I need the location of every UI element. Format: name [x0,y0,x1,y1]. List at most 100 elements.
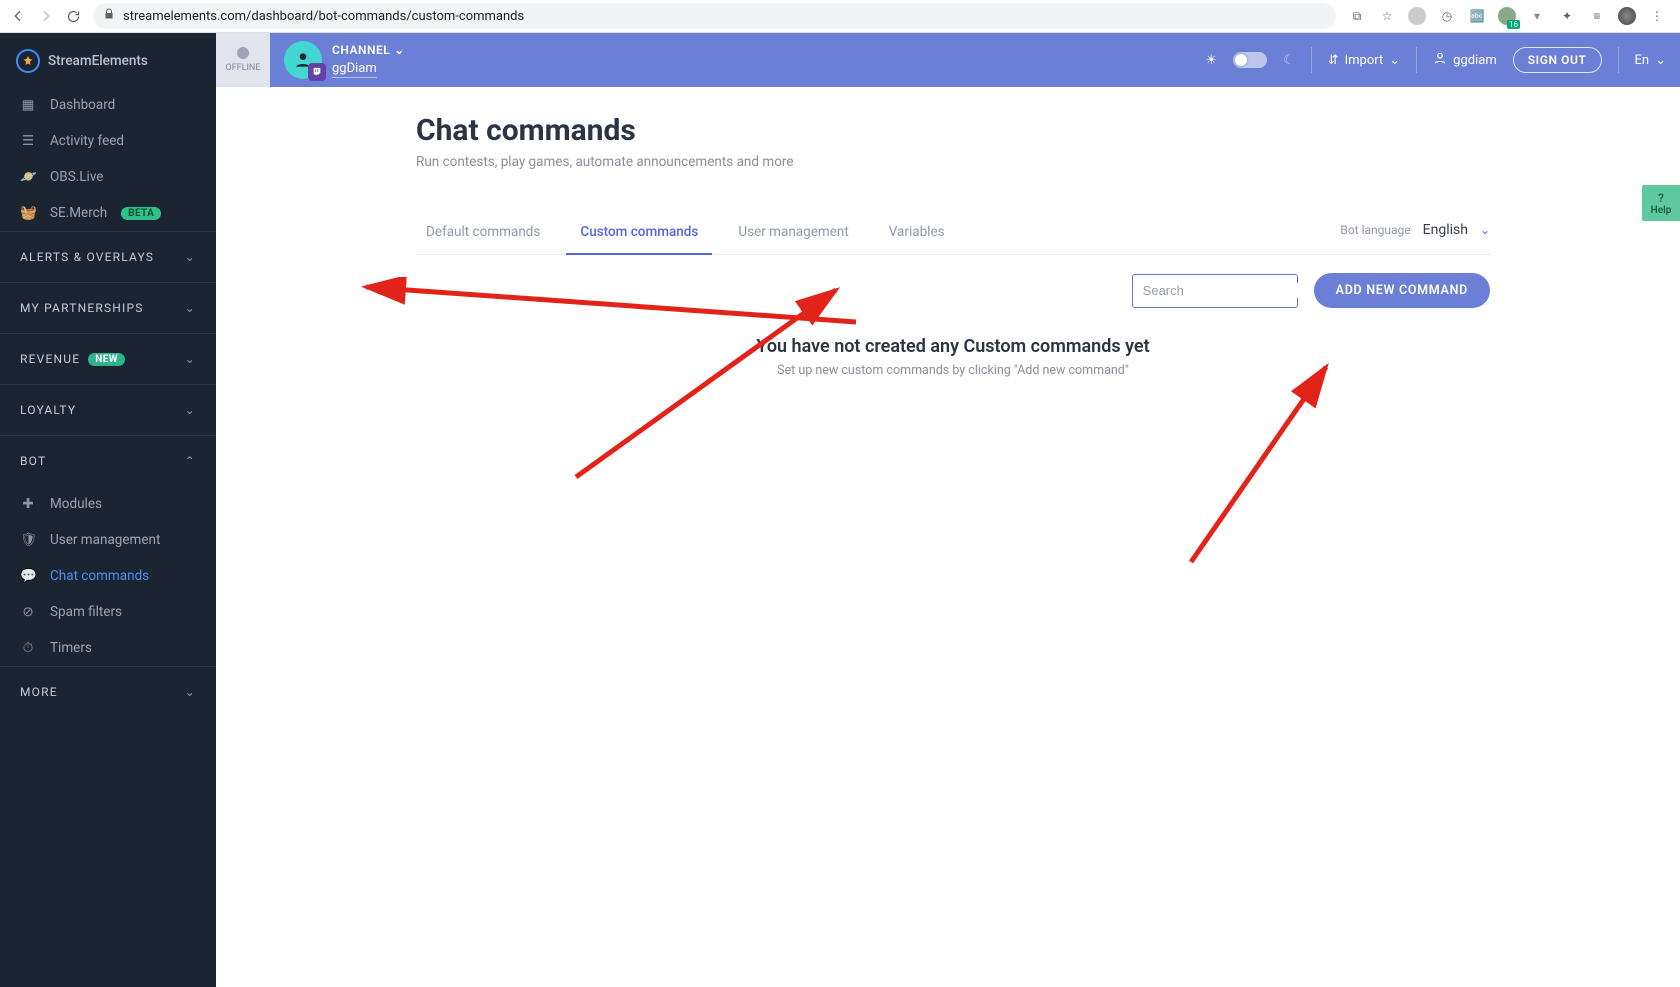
extension-badge-icon[interactable]: 16 [1498,7,1516,25]
forward-button[interactable] [38,8,54,24]
sidebar-item-modules[interactable]: ✚ Modules [0,486,216,522]
tab-variables[interactable]: Variables [887,214,947,254]
user-menu[interactable]: ggdiam [1433,51,1497,69]
playlist-icon[interactable]: ≡ [1588,7,1606,25]
help-icon: ? [1658,191,1664,205]
sidebar: StreamElements ▦ Dashboard ☰ Activity fe… [0,33,216,987]
basket-icon: 🧺 [20,205,36,221]
add-command-button[interactable]: ADD NEW COMMAND [1314,273,1490,308]
empty-title: You have not created any Custom commands… [416,336,1490,357]
stopwatch-icon: ⏱ [20,640,36,656]
search-box[interactable] [1132,274,1298,308]
sidebar-section-partnerships[interactable]: MY PARTNERSHIPS ⌄ [0,282,216,333]
main-content: ? Help Chat commands Run contests, play … [216,87,1680,987]
chevron-down-icon: ⌄ [1389,53,1400,68]
planet-icon: 🪐 [20,169,36,185]
menu-icon[interactable]: ⋮ [1648,7,1666,25]
star-icon[interactable]: ☆ [1378,7,1396,25]
shield-icon: 🛡 [20,532,36,548]
device-icon[interactable]: ⧉ [1348,7,1366,25]
language-selector[interactable]: En ⌄ [1635,53,1666,68]
sidebar-section-alerts[interactable]: ALERTS & OVERLAYS ⌄ [0,231,216,282]
tab-custom[interactable]: Custom commands [578,214,700,254]
url-text: streamelements.com/dashboard/bot-command… [123,9,524,24]
sidebar-item-timers[interactable]: ⏱ Timers [0,630,216,666]
moon-icon: ☾ [1283,53,1295,68]
chevron-down-icon: ⌄ [1655,53,1666,68]
tab-default[interactable]: Default commands [424,214,542,254]
theme-toggle[interactable] [1233,52,1267,68]
help-button[interactable]: ? Help [1642,185,1680,221]
list-icon: ☰ [20,133,36,149]
import-button[interactable]: ⇵ Import ⌄ [1328,53,1400,68]
offline-label: OFFLINE [226,63,261,73]
translate-icon[interactable]: 🔤 [1468,7,1486,25]
bot-language-selector[interactable]: Bot language English ⌄ [1340,222,1490,246]
bot-language-label: Bot language [1340,223,1410,237]
sidebar-section-bot[interactable]: BOT ⌃ [0,435,216,486]
channel-selector[interactable]: CHANNEL ⌄ ggDiam [270,41,419,79]
block-icon: ⊘ [20,604,36,620]
browser-toolbar: streamelements.com/dashboard/bot-command… [0,0,1680,33]
extension-tray: ⧉ ☆ ◷ 🔤 16 ▾ ✦ ≡ ⋮ [1348,7,1670,25]
dashboard-icon: ▦ [20,97,36,113]
annotation-arrow [1176,357,1346,567]
extension-icon[interactable]: ▾ [1528,7,1546,25]
language-label: En [1635,53,1650,68]
sidebar-section-revenue[interactable]: REVENUE NEW ⌄ [0,333,216,384]
chevron-down-icon: ⌄ [185,685,196,699]
section-label: BOT [20,454,46,468]
puzzle-icon[interactable]: ✦ [1558,7,1576,25]
sidebar-item-obs[interactable]: 🪐 OBS.Live [0,159,216,195]
sidebar-item-label: Dashboard [50,97,115,113]
profile-avatar[interactable] [1618,7,1636,25]
empty-state: You have not created any Custom commands… [416,336,1490,378]
sidebar-item-spam[interactable]: ⊘ Spam filters [0,594,216,630]
sidebar-item-dashboard[interactable]: ▦ Dashboard [0,87,216,123]
sidebar-item-label: Activity feed [50,133,124,149]
chevron-down-icon: ⌄ [185,250,196,264]
sidebar-item-usermgmt[interactable]: 🛡 User management [0,522,216,558]
status-dot-icon [237,47,249,59]
sidebar-item-label: Timers [50,640,92,656]
new-badge: NEW [88,353,125,366]
tab-usermgmt[interactable]: User management [736,214,850,254]
section-label: LOYALTY [20,403,76,417]
brand-name: StreamElements [48,53,148,69]
signout-button[interactable]: SIGN OUT [1513,47,1602,73]
sidebar-item-label: Modules [50,496,102,512]
topbar: OFFLINE CHANNEL ⌄ ggDiam [216,33,1680,87]
tabs: Default commands Custom commands User ma… [416,214,947,254]
bot-subitems: ✚ Modules 🛡 User management 💬 Chat comma… [0,486,216,666]
sidebar-section-loyalty[interactable]: LOYALTY ⌄ [0,384,216,435]
address-bar[interactable]: streamelements.com/dashboard/bot-command… [93,3,1336,29]
back-button[interactable] [10,8,26,24]
extension-icon[interactable] [1408,7,1426,25]
chevron-down-icon: ⌄ [185,352,196,366]
sidebar-item-label: Spam filters [50,604,122,620]
import-icon: ⇵ [1328,53,1339,68]
beta-badge: BETA [121,207,161,220]
channel-label: CHANNEL ⌄ [332,43,405,57]
chat-icon: 💬 [20,568,36,584]
empty-subtitle: Set up new custom commands by clicking "… [416,363,1490,378]
reload-button[interactable] [66,9,81,24]
twitch-icon [308,63,326,81]
sidebar-item-merch[interactable]: 🧺 SE.Merch BETA [0,195,216,231]
channel-avatar [284,41,322,79]
chevron-down-icon: ⌄ [185,301,196,315]
chevron-down-icon: ⌄ [1480,223,1490,237]
sidebar-item-label: OBS.Live [50,169,103,185]
search-input[interactable] [1143,283,1319,298]
sidebar-section-more[interactable]: MORE ⌄ [0,666,216,717]
modules-icon: ✚ [20,496,36,512]
lock-icon [103,8,115,24]
section-label: REVENUE [20,352,80,366]
brand-logo-icon [16,49,40,73]
timer-icon[interactable]: ◷ [1438,7,1456,25]
sidebar-item-chatcommands[interactable]: 💬 Chat commands [0,558,216,594]
sidebar-item-activity[interactable]: ☰ Activity feed [0,123,216,159]
user-icon [1433,51,1447,69]
brand[interactable]: StreamElements [0,39,216,87]
sun-icon: ☀ [1205,53,1217,68]
